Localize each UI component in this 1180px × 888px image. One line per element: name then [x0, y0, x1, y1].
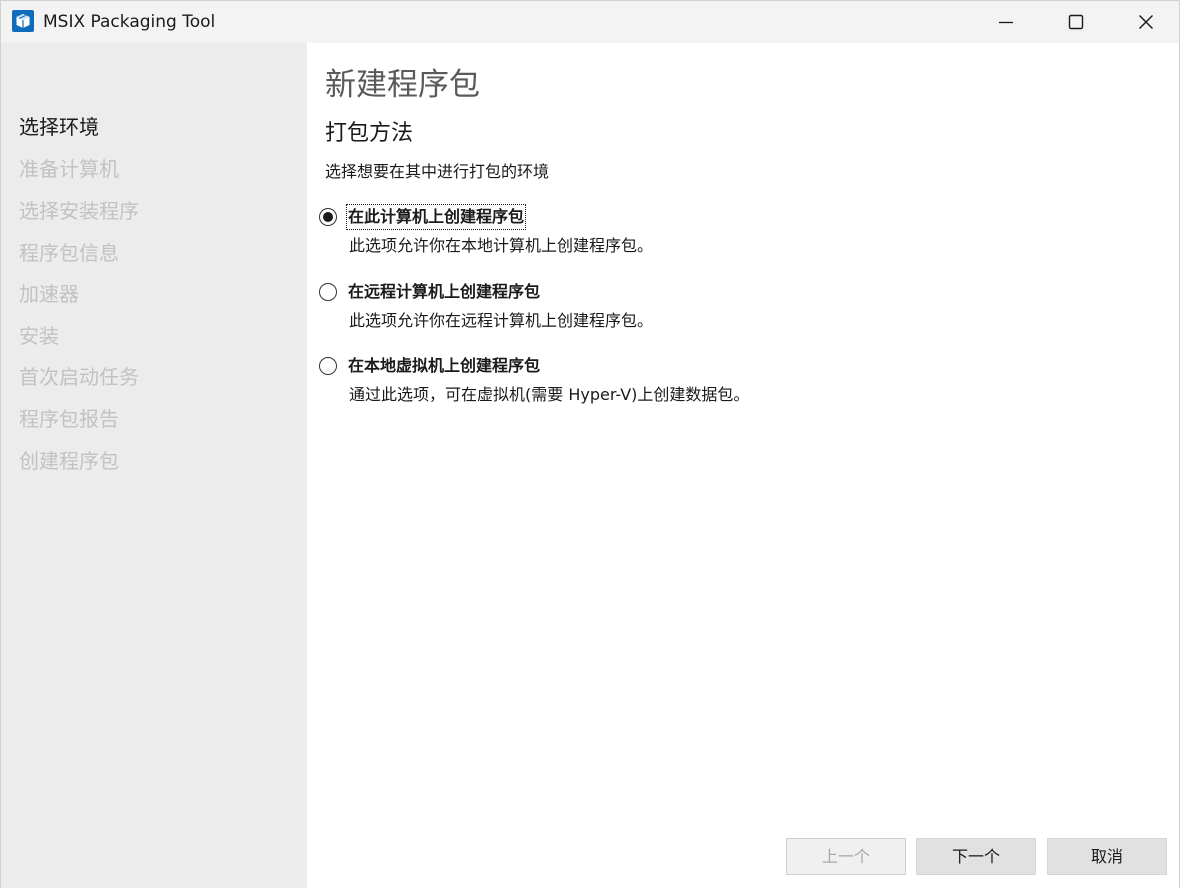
option-label-remote-computer[interactable]: 在远程计算机上创建程序包 — [347, 280, 541, 304]
cancel-button[interactable]: 取消 — [1047, 838, 1167, 875]
step-first-launch-tasks: 首次启动任务 — [19, 365, 139, 389]
maximize-button[interactable] — [1041, 1, 1111, 43]
option-label-local-vm[interactable]: 在本地虚拟机上创建程序包 — [347, 354, 541, 378]
wizard-steps-sidebar: 选择环境 准备计算机 选择安装程序 程序包信息 加速器 安装 首次启动任务 程序… — [1, 43, 307, 888]
step-installation: 安装 — [19, 324, 59, 348]
step-package-info: 程序包信息 — [19, 241, 119, 265]
option-remote-computer[interactable]: 在远程计算机上创建程序包 此选项允许你在远程计算机上创建程序包。 — [319, 280, 1019, 344]
main-content: 新建程序包 打包方法 选择想要在其中进行打包的环境 在此计算机上创建程序包 此选… — [307, 43, 1179, 888]
radio-local-vm[interactable] — [319, 357, 337, 375]
step-prepare-computer: 准备计算机 — [19, 157, 119, 181]
step-select-environment: 选择环境 — [19, 115, 99, 139]
msix-box-icon — [12, 10, 34, 32]
radio-this-computer[interactable] — [319, 208, 337, 226]
section-title: 打包方法 — [325, 121, 414, 146]
option-desc-remote-computer: 此选项允许你在远程计算机上创建程序包。 — [349, 311, 654, 330]
step-select-installer: 选择安装程序 — [19, 199, 139, 223]
option-desc-this-computer: 此选项允许你在本地计算机上创建程序包。 — [349, 236, 654, 255]
title-bar[interactable]: MSIX Packaging Tool — [1, 1, 1179, 43]
previous-button[interactable]: 上一个 — [786, 838, 906, 875]
page-title: 新建程序包 — [325, 67, 480, 103]
step-accelerators: 加速器 — [19, 282, 79, 306]
radio-remote-computer[interactable] — [319, 283, 337, 301]
radio-selected-dot — [323, 212, 333, 222]
step-package-report: 程序包报告 — [19, 407, 119, 431]
minimize-icon — [999, 21, 1013, 24]
app-window: MSIX Packaging Tool 选择环境 准备计算机 选择安装程序 程序… — [0, 0, 1180, 888]
section-description: 选择想要在其中进行打包的环境 — [325, 162, 550, 181]
option-this-computer[interactable]: 在此计算机上创建程序包 此选项允许你在本地计算机上创建程序包。 — [319, 204, 1019, 269]
close-icon — [1139, 15, 1153, 29]
minimize-button[interactable] — [971, 1, 1041, 43]
next-button[interactable]: 下一个 — [916, 838, 1036, 875]
window-title: MSIX Packaging Tool — [43, 12, 216, 32]
step-create-package: 创建程序包 — [19, 449, 119, 473]
close-button[interactable] — [1111, 1, 1180, 43]
option-desc-local-vm: 通过此选项，可在虚拟机(需要 Hyper-V)上创建数据包。 — [349, 385, 750, 404]
maximize-icon — [1068, 14, 1084, 30]
option-label-this-computer[interactable]: 在此计算机上创建程序包 — [345, 204, 527, 230]
option-local-vm[interactable]: 在本地虚拟机上创建程序包 通过此选项，可在虚拟机(需要 Hyper-V)上创建数… — [319, 354, 1019, 418]
